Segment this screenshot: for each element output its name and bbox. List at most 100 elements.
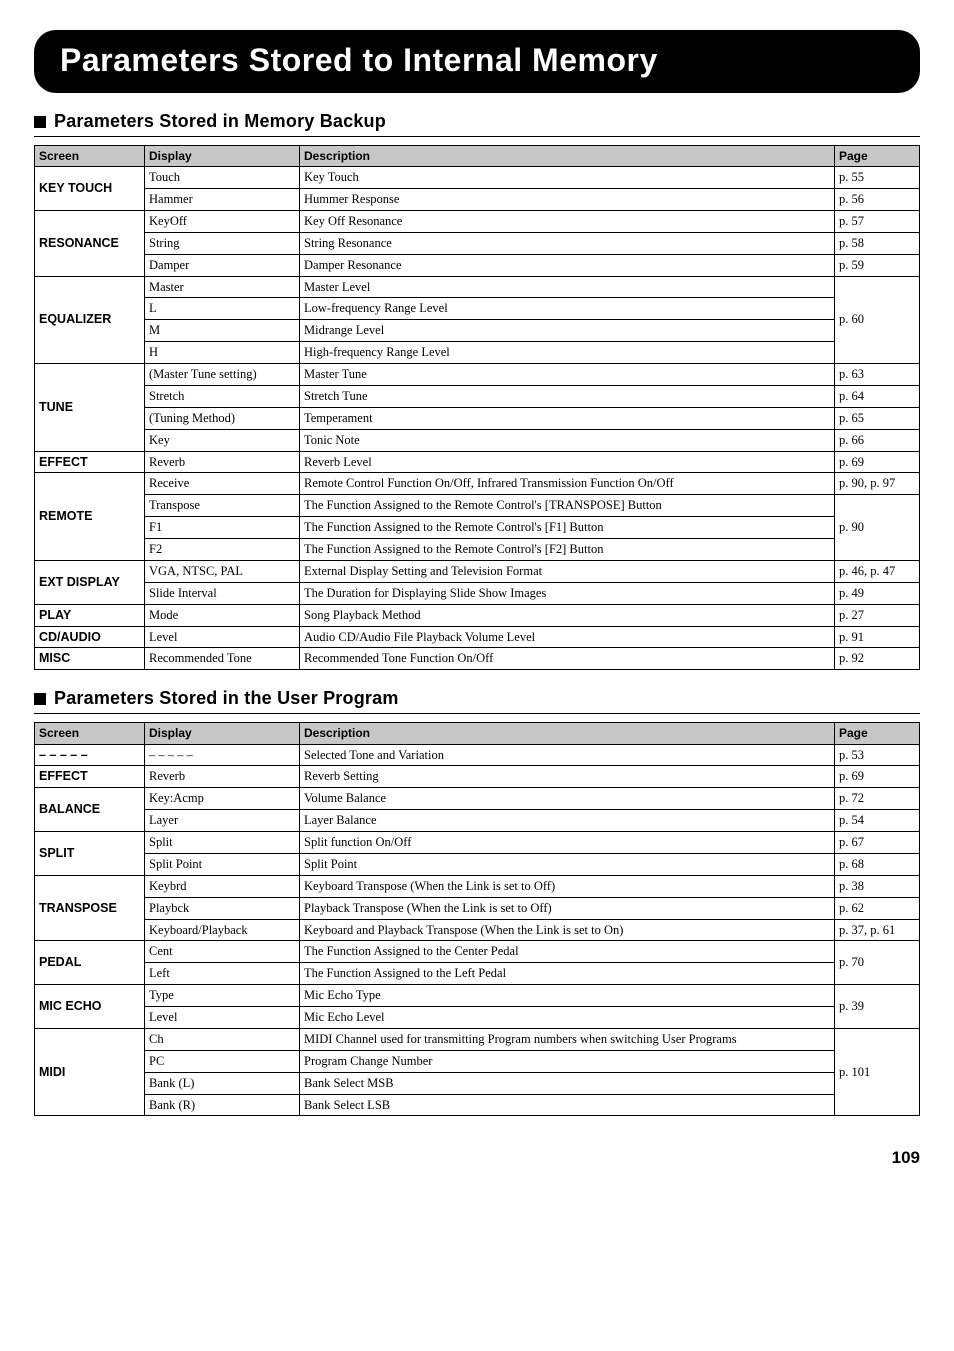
page-cell: p. 72 [835,788,920,810]
display-cell: (Tuning Method) [145,407,300,429]
screen-cell: MIC ECHO [35,985,145,1029]
table-row: HammerHummer Responsep. 56 [35,189,920,211]
table-row: LeftThe Function Assigned to the Left Pe… [35,963,920,985]
display-cell: Slide Interval [145,582,300,604]
page-cell: p. 39 [835,985,920,1029]
page-cell: p. 69 [835,451,920,473]
table-row: EFFECTReverbReverb Settingp. 69 [35,766,920,788]
table-row: TUNE(Master Tune setting)Master Tunep. 6… [35,364,920,386]
page-cell: p. 37, p. 61 [835,919,920,941]
description-cell: Audio CD/Audio File Playback Volume Leve… [300,626,835,648]
table-row: PEDALCentThe Function Assigned to the Ce… [35,941,920,963]
screen-cell: CD/AUDIO [35,626,145,648]
description-cell: Key Touch [300,167,835,189]
table-row: PCProgram Change Number [35,1050,920,1072]
table-row: HHigh-frequency Range Level [35,342,920,364]
page-cell: p. 67 [835,832,920,854]
display-cell: Receive [145,473,300,495]
description-cell: Stretch Tune [300,385,835,407]
description-cell: The Duration for Displaying Slide Show I… [300,582,835,604]
display-cell: KeyOff [145,210,300,232]
table-row: PLAYModeSong Playback Methodp. 27 [35,604,920,626]
page-cell: p. 57 [835,210,920,232]
page-cell: p. 68 [835,853,920,875]
display-cell: Hammer [145,189,300,211]
description-cell: Program Change Number [300,1050,835,1072]
column-header-page: Page [835,723,920,744]
description-cell: Layer Balance [300,810,835,832]
table-row: BALANCEKey:AcmpVolume Balancep. 72 [35,788,920,810]
screen-cell: EXT DISPLAY [35,560,145,604]
description-cell: Tonic Note [300,429,835,451]
description-cell: Master Tune [300,364,835,386]
parameters-table: ScreenDisplayDescriptionPageKEY TOUCHTou… [34,145,920,670]
description-cell: Hummer Response [300,189,835,211]
display-cell: Reverb [145,451,300,473]
table-row: MIC ECHOTypeMic Echo Typep. 39 [35,985,920,1007]
display-cell: H [145,342,300,364]
table-row: Keyboard/PlaybackKeyboard and Playback T… [35,919,920,941]
table-row: F1The Function Assigned to the Remote Co… [35,517,920,539]
description-cell: Song Playback Method [300,604,835,626]
table-row: (Tuning Method)Temperamentp. 65 [35,407,920,429]
table-row: TRANSPOSEKeybrdKeyboard Transpose (When … [35,875,920,897]
screen-cell: TRANSPOSE [35,875,145,941]
description-cell: The Function Assigned to the Remote Cont… [300,517,835,539]
description-cell: Low-frequency Range Level [300,298,835,320]
page-cell: p. 58 [835,232,920,254]
screen-cell: BALANCE [35,788,145,832]
page-cell: p. 53 [835,744,920,766]
description-cell: High-frequency Range Level [300,342,835,364]
screen-cell: RESONANCE [35,210,145,276]
square-bullet-icon [34,116,46,128]
display-cell: Key:Acmp [145,788,300,810]
description-cell: Key Off Resonance [300,210,835,232]
display-cell: Recommended Tone [145,648,300,670]
table-row: Bank (R)Bank Select LSB [35,1094,920,1116]
table-row: TransposeThe Function Assigned to the Re… [35,495,920,517]
table-row: F2The Function Assigned to the Remote Co… [35,539,920,561]
display-cell: Level [145,626,300,648]
page-cell: p. 59 [835,254,920,276]
description-cell: Mic Echo Type [300,985,835,1007]
table-row: EXT DISPLAYVGA, NTSC, PALExternal Displa… [35,560,920,582]
page-cell: p. 91 [835,626,920,648]
display-cell: Transpose [145,495,300,517]
page-cell: p. 60 [835,276,920,364]
table-row: PlaybckPlayback Transpose (When the Link… [35,897,920,919]
display-cell: (Master Tune setting) [145,364,300,386]
description-cell: Playback Transpose (When the Link is set… [300,897,835,919]
display-cell: PC [145,1050,300,1072]
page-cell: p. 92 [835,648,920,670]
page-cell: p. 49 [835,582,920,604]
display-cell: Left [145,963,300,985]
display-cell: Damper [145,254,300,276]
display-cell: Cent [145,941,300,963]
description-cell: Damper Resonance [300,254,835,276]
column-header-screen: Screen [35,723,145,744]
display-cell: F2 [145,539,300,561]
description-cell: Midrange Level [300,320,835,342]
description-cell: Split Point [300,853,835,875]
page-cell: p. 63 [835,364,920,386]
table-row: KEY TOUCHTouchKey Touchp. 55 [35,167,920,189]
page-title-banner: Parameters Stored to Internal Memory [34,30,920,93]
page-cell: p. 38 [835,875,920,897]
table-row: MIDIChMIDI Channel used for transmitting… [35,1028,920,1050]
table-row: EFFECTReverbReverb Levelp. 69 [35,451,920,473]
screen-cell: EFFECT [35,451,145,473]
display-cell: Split Point [145,853,300,875]
table-row: SPLITSplitSplit function On/Offp. 67 [35,832,920,854]
screen-cell: PLAY [35,604,145,626]
screen-cell: TUNE [35,364,145,452]
page-cell: p. 66 [835,429,920,451]
display-cell: Touch [145,167,300,189]
table-row: RESONANCEKeyOffKey Off Resonancep. 57 [35,210,920,232]
table-row: LevelMic Echo Level [35,1007,920,1029]
table-row: EQUALIZERMasterMaster Levelp. 60 [35,276,920,298]
page-cell: p. 54 [835,810,920,832]
table-row: LLow-frequency Range Level [35,298,920,320]
display-cell: F1 [145,517,300,539]
description-cell: Mic Echo Level [300,1007,835,1029]
column-header-description: Description [300,146,835,167]
